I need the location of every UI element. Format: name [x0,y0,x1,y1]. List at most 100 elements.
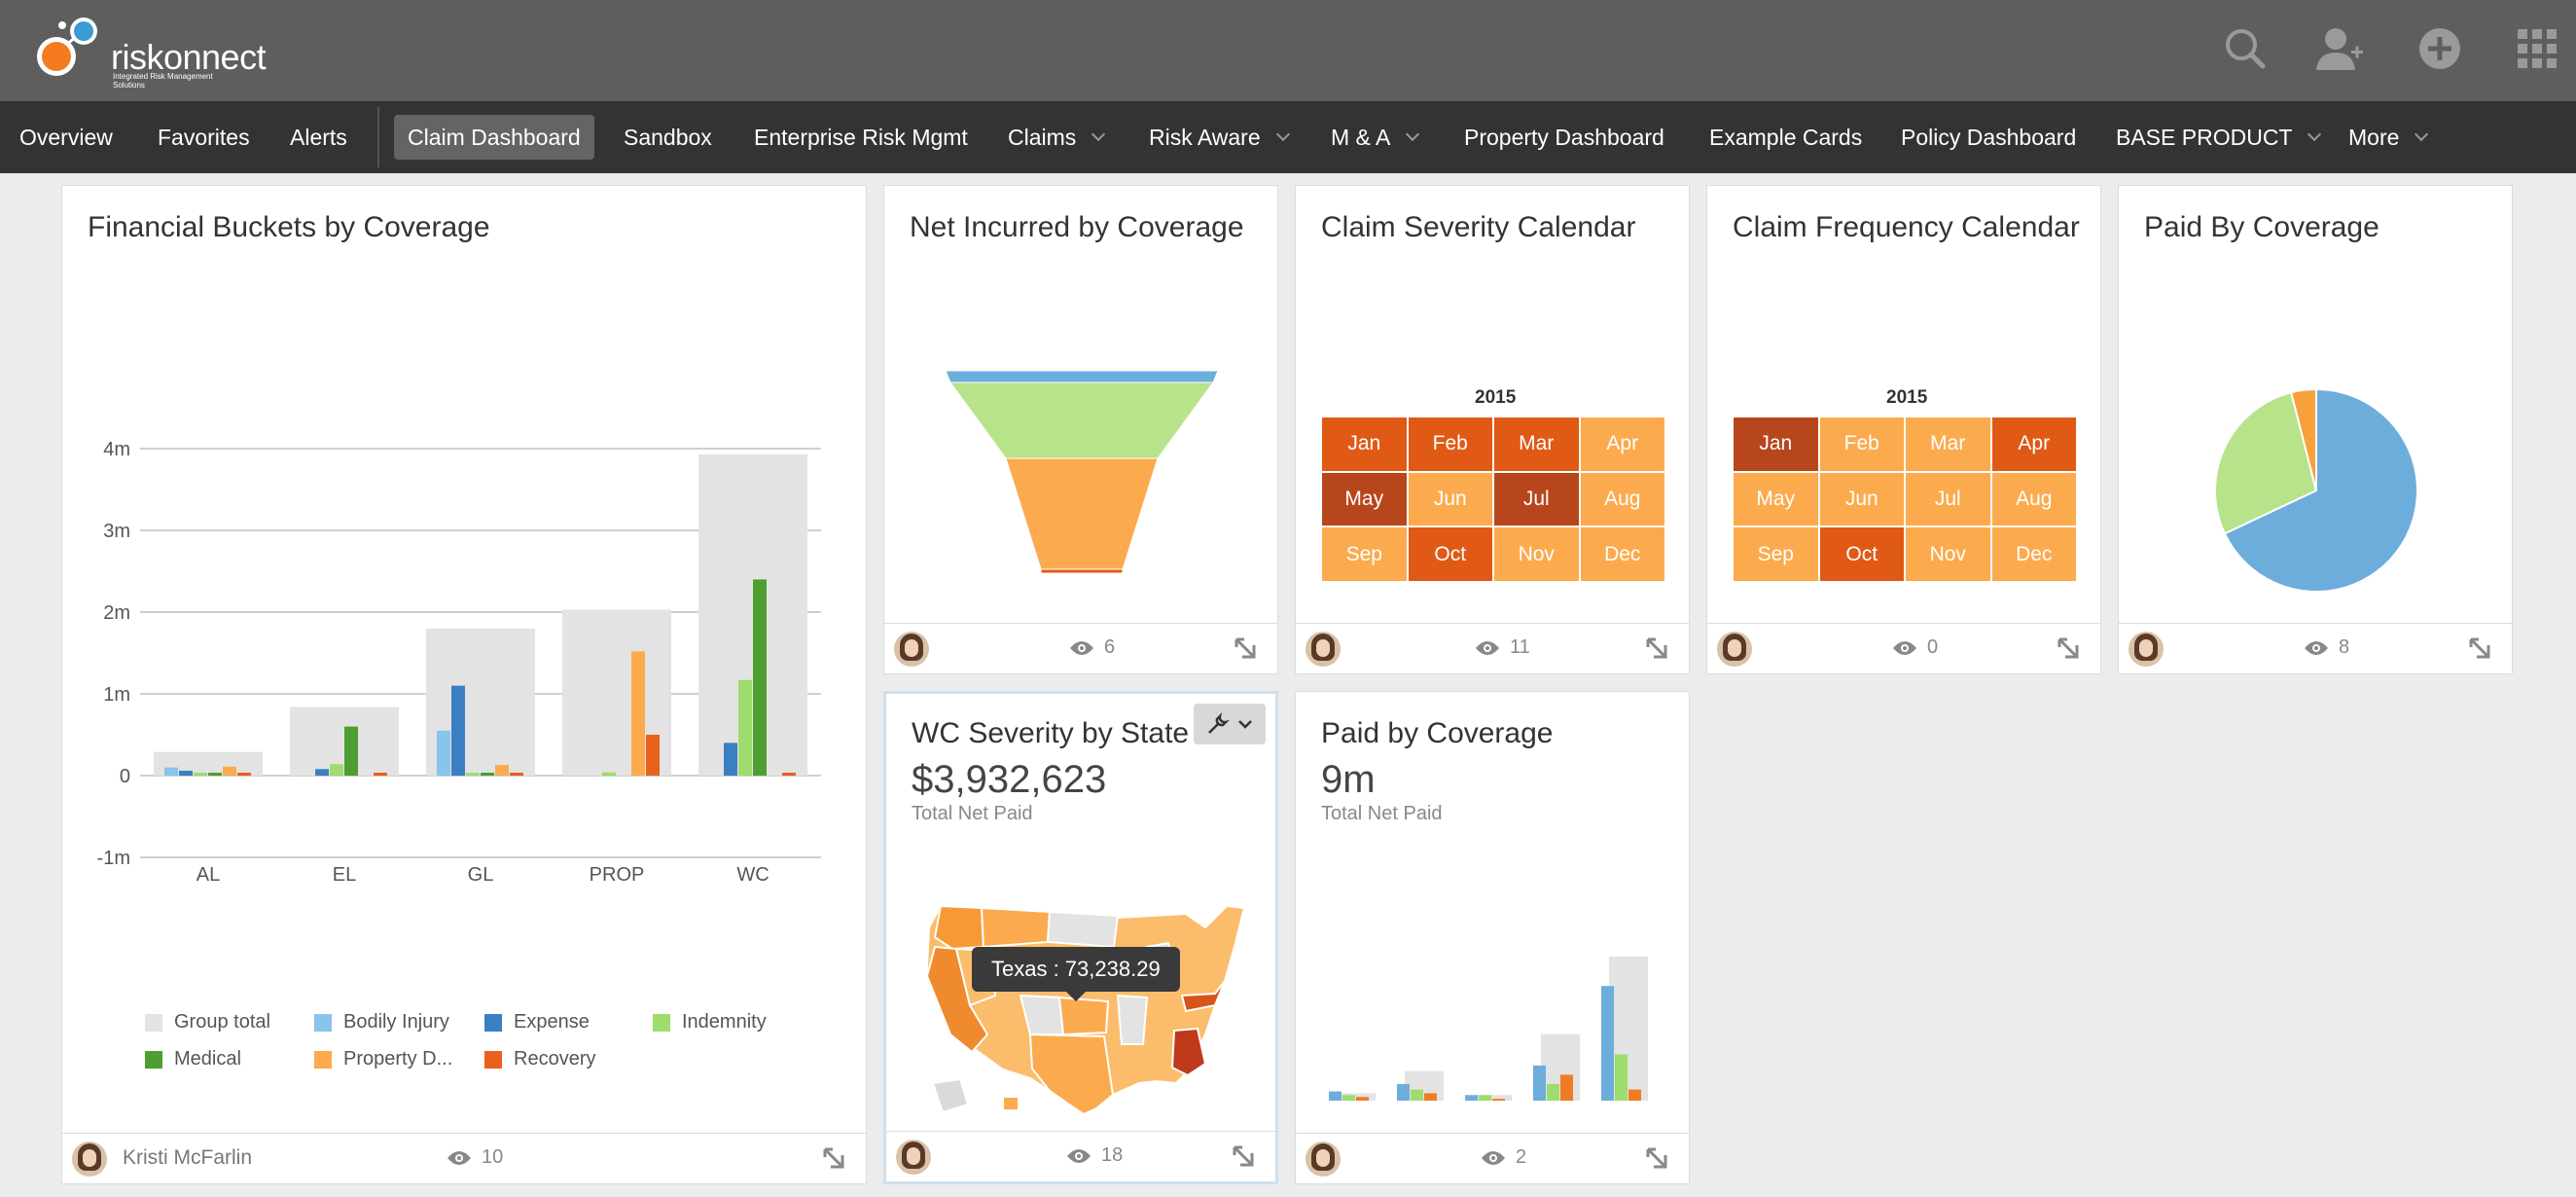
funnel-segment[interactable] [1040,568,1124,574]
calendar-cell-may[interactable]: May [1322,472,1407,526]
bar[interactable] [223,766,236,776]
bar[interactable] [1533,1065,1546,1101]
nav-enterprise-risk-mgmt[interactable]: Enterprise Risk Mgmt [740,115,982,160]
bar[interactable] [481,773,494,776]
expand-icon[interactable] [1233,634,1264,665]
avatar[interactable] [894,632,929,667]
nav-base-product[interactable]: BASE PRODUCT [2102,115,2333,160]
calendar-cell-nov[interactable]: Nov [1494,527,1579,581]
card-claim-severity-calendar[interactable]: Claim Severity Calendar 2015 Jan Feb Mar Ap… [1295,185,1690,674]
add-icon[interactable] [2411,19,2469,78]
bar[interactable] [344,726,358,776]
bar[interactable] [1397,1083,1410,1101]
legend-item[interactable]: Group total [145,1011,270,1034]
calendar-cell-jun[interactable]: Jun [1408,472,1492,526]
avatar[interactable] [1306,1142,1341,1177]
bar[interactable] [1424,1093,1437,1101]
nav-claims[interactable]: Claims [994,115,1117,160]
avatar[interactable] [1717,632,1752,667]
bar[interactable] [1547,1083,1559,1101]
calendar-cell-mar[interactable]: Mar [1494,417,1579,471]
calendar-cell-jun[interactable]: Jun [1819,472,1904,526]
riskonnect-logo[interactable]: riskonnect Integrated Risk Management So… [33,12,267,90]
nav-alerts[interactable]: Alerts [276,115,361,160]
calendar-cell-aug[interactable]: Aug [1580,472,1664,526]
bar[interactable] [194,773,207,776]
bar[interactable] [466,773,480,776]
expand-icon[interactable] [1231,1142,1262,1173]
bar[interactable] [451,685,465,776]
bar[interactable] [437,730,450,776]
bar[interactable] [1342,1095,1355,1101]
calendar-cell-apr[interactable]: Apr [1991,417,2076,471]
bar[interactable] [1628,1089,1641,1101]
nav-favorites[interactable]: Favorites [144,115,264,160]
nav-risk-aware[interactable]: Risk Aware [1135,115,1302,160]
calendar-cell-dec[interactable]: Dec [1991,527,2076,581]
nav-policy-dashboard[interactable]: Policy Dashboard [1887,115,2090,160]
avatar[interactable] [1306,632,1341,667]
nav-more[interactable]: More [2335,115,2440,160]
funnel-segment[interactable] [949,381,1214,459]
bar[interactable] [602,772,616,776]
legend-item[interactable]: Recovery [484,1048,595,1070]
bar[interactable] [753,579,767,776]
bar[interactable] [1492,1099,1505,1101]
calendar-cell-apr[interactable]: Apr [1580,417,1664,471]
search-icon[interactable] [2216,19,2274,78]
funnel-segment[interactable] [945,371,1219,383]
add-user-icon[interactable] [2310,19,2369,78]
bar[interactable] [1356,1097,1369,1101]
bar[interactable] [724,743,737,776]
bar[interactable] [1601,986,1614,1101]
calendar-cell-jan[interactable]: Jan [1734,417,1818,471]
bar[interactable] [164,767,178,776]
card-settings-button[interactable] [1194,704,1266,744]
calendar-cell-may[interactable]: May [1734,472,1818,526]
calendar-cell-feb[interactable]: Feb [1408,417,1492,471]
expand-icon[interactable] [1644,634,1675,665]
calendar-cell-nov[interactable]: Nov [1906,527,1990,581]
bar[interactable] [1615,1054,1628,1102]
expand-icon[interactable] [1644,1143,1675,1175]
funnel-segment[interactable] [1005,457,1159,570]
bar[interactable] [1465,1095,1478,1101]
bar[interactable] [179,770,193,776]
calendar-cell-jan[interactable]: Jan [1322,417,1407,471]
legend-item[interactable]: Bodily Injury [314,1011,449,1034]
card-paid-by-coverage-bars[interactable]: Paid by Coverage 9m Total Net Paid 2 [1295,691,1690,1184]
avatar[interactable] [72,1142,107,1177]
calendar-cell-jul[interactable]: Jul [1906,472,1990,526]
bar[interactable] [1411,1089,1423,1101]
bar[interactable] [1329,1091,1342,1102]
card-wc-severity-by-state[interactable]: WC Severity by State of J $3,932,623 Tot… [883,691,1278,1184]
nav-m-and-a[interactable]: M & A [1317,115,1431,160]
legend-item[interactable]: Indemnity [653,1011,767,1034]
nav-example-cards[interactable]: Example Cards [1696,115,1876,160]
calendar-cell-sep[interactable]: Sep [1322,527,1407,581]
apps-grid-icon[interactable] [2508,19,2566,78]
calendar-cell-feb[interactable]: Feb [1819,417,1904,471]
bar[interactable] [208,773,222,776]
bar[interactable] [631,651,645,776]
expand-icon[interactable] [2056,634,2087,665]
calendar-cell-aug[interactable]: Aug [1991,472,2076,526]
legend-item[interactable]: Property D... [314,1048,452,1070]
bar[interactable] [510,773,523,776]
bar[interactable] [495,765,509,776]
bar[interactable] [1560,1074,1573,1101]
calendar-cell-sep[interactable]: Sep [1734,527,1818,581]
expand-icon[interactable] [2467,634,2498,665]
nav-sandbox[interactable]: Sandbox [610,115,726,160]
bar[interactable] [315,769,329,776]
card-claim-frequency-calendar[interactable]: Claim Frequency Calendar 2015 Jan Feb Mar A… [1706,185,2101,674]
nav-claim-dashboard[interactable]: Claim Dashboard [394,115,594,160]
calendar-cell-oct[interactable]: Oct [1408,527,1492,581]
avatar[interactable] [2129,632,2164,667]
bar[interactable] [330,764,343,776]
bar[interactable] [738,679,752,776]
card-paid-by-coverage-pie[interactable]: Paid By Coverage 8 [2118,185,2513,674]
legend-item[interactable]: Expense [484,1011,590,1034]
us-states-map[interactable] [913,889,1264,1122]
avatar[interactable] [896,1140,931,1175]
